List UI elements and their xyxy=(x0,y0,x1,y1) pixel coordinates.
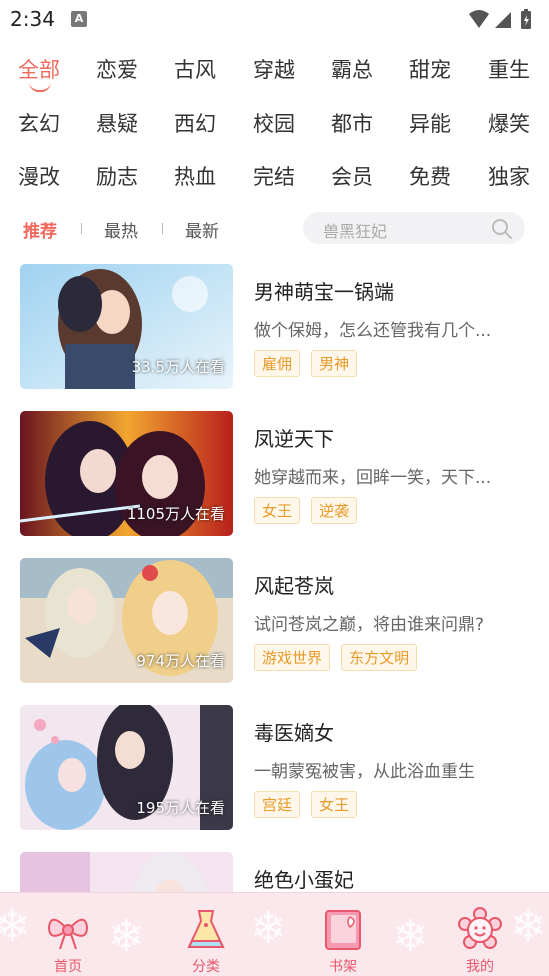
category-item[interactable]: 异能 xyxy=(400,108,460,138)
divider xyxy=(162,223,163,234)
search-icon[interactable] xyxy=(491,218,513,244)
category-item[interactable]: 会员 xyxy=(322,161,382,191)
comic-list-item[interactable]: 1105万人在看 凤逆天下 她穿越而来，回眸一笑，天下... 女王 逆袭 xyxy=(0,409,549,539)
nav-label: 分类 xyxy=(192,959,220,975)
category-grid: 全部 恋爱 古风 穿越 霸总 甜宠 重生 玄幻 悬疑 西幻 校园 都市 异能 爆… xyxy=(0,48,549,209)
nav-label: 我的 xyxy=(466,959,494,975)
category-row: 玄幻 悬疑 西幻 校园 都市 异能 爆笑 xyxy=(0,102,549,156)
comic-description: 试问苍岚之巅，将由谁来问鼎? xyxy=(254,615,485,635)
category-item[interactable]: 重生 xyxy=(479,54,539,84)
comic-description: 一朝蒙冤被害，从此浴血重生 xyxy=(254,762,475,782)
category-item[interactable]: 热血 xyxy=(165,161,225,191)
system-icons xyxy=(467,8,539,32)
comic-tag[interactable]: 宫廷 xyxy=(254,791,301,818)
category-item[interactable]: 玄幻 xyxy=(9,108,69,138)
category-item[interactable]: 漫改 xyxy=(9,161,69,191)
comic-cover[interactable]: 195万人在看 xyxy=(20,705,233,830)
category-item[interactable]: 悬疑 xyxy=(87,108,147,138)
book-shelf-icon xyxy=(320,907,366,953)
comic-tag[interactable]: 雇佣 xyxy=(254,350,301,377)
comic-list-item[interactable]: 974万人在看 风起苍岚 试问苍岚之巅，将由谁来问鼎? 游戏世界 东方文明 xyxy=(0,556,549,686)
comic-title[interactable]: 毒医嫡女 xyxy=(254,717,334,746)
wifi-icon xyxy=(469,10,489,28)
snowflake-decoration-icon: ❄ xyxy=(108,911,145,962)
divider xyxy=(81,223,82,234)
comic-tag[interactable]: 女王 xyxy=(254,497,301,524)
nav-label: 首页 xyxy=(54,959,82,975)
sort-hottest-tab[interactable]: 最热 xyxy=(104,217,138,242)
tag-list: 游戏世界 东方文明 xyxy=(254,644,423,671)
category-item[interactable]: 励志 xyxy=(87,161,147,191)
comic-cover[interactable]: 974万人在看 xyxy=(20,558,233,683)
nav-profile-button[interactable]: 我的 xyxy=(440,893,520,976)
sort-recommended-tab[interactable]: 推荐 xyxy=(23,217,57,242)
comic-list-item[interactable]: 195万人在看 毒医嫡女 一朝蒙冤被害，从此浴血重生 宫廷 女王 xyxy=(0,703,549,833)
comic-title[interactable]: 男神萌宝一锅端 xyxy=(254,276,394,305)
flower-profile-icon xyxy=(457,907,503,953)
snowflake-decoration-icon: ❄ xyxy=(250,903,287,954)
comic-cover[interactable]: 33.5万人在看 xyxy=(20,264,233,389)
category-item[interactable]: 校园 xyxy=(244,108,304,138)
tag-list: 宫廷 女王 xyxy=(254,791,363,818)
snowflake-decoration-icon: ❄ xyxy=(392,911,429,962)
tag-list: 雇佣 男神 xyxy=(254,350,363,377)
category-item[interactable]: 爆笑 xyxy=(479,108,539,138)
comic-category-screen: 2:34 A 全部 恋爱 古风 穿越 霸总 甜宠 重生 玄幻 悬疑 西幻 校园 … xyxy=(0,0,549,976)
viewer-count: 1105万人在看 xyxy=(126,505,225,523)
status-bar: 2:34 A xyxy=(0,0,549,40)
category-item[interactable]: 恋爱 xyxy=(87,54,147,84)
snowflake-decoration-icon: ❄ xyxy=(0,901,31,952)
comic-title[interactable]: 凤逆天下 xyxy=(254,423,334,452)
notification-icon: A xyxy=(71,11,87,27)
category-item[interactable]: 都市 xyxy=(322,108,382,138)
category-item[interactable]: 完结 xyxy=(244,161,304,191)
tag-list: 女王 逆袭 xyxy=(254,497,363,524)
category-item[interactable]: 霸总 xyxy=(322,54,382,84)
search-placeholder: 兽黑狂妃 xyxy=(323,222,388,241)
comic-description: 做个保姆，怎么还管我有几个... xyxy=(254,321,492,341)
category-item[interactable]: 古风 xyxy=(165,54,225,84)
nav-category-button[interactable]: 分类 xyxy=(166,893,246,976)
viewer-count: 974万人在看 xyxy=(136,652,225,670)
sort-newest-tab[interactable]: 最新 xyxy=(185,217,219,242)
category-item[interactable]: 独家 xyxy=(479,161,539,191)
sort-bar: 推荐 最热 最新 兽黑狂妃 xyxy=(0,208,549,250)
status-time: 2:34 xyxy=(10,7,55,31)
comic-tag[interactable]: 逆袭 xyxy=(311,497,358,524)
category-item[interactable]: 免费 xyxy=(400,161,460,191)
viewer-count: 195万人在看 xyxy=(136,799,225,817)
category-item[interactable]: 穿越 xyxy=(244,54,304,84)
comic-tag[interactable]: 游戏世界 xyxy=(254,644,331,671)
category-all[interactable]: 全部 xyxy=(9,54,69,84)
category-row: 漫改 励志 热血 完结 会员 免费 独家 xyxy=(0,155,549,209)
comic-tag[interactable]: 女王 xyxy=(311,791,358,818)
signal-icon xyxy=(495,12,511,28)
comic-cover[interactable]: 1105万人在看 xyxy=(20,411,233,536)
search-input[interactable]: 兽黑狂妃 xyxy=(303,212,525,244)
nav-home-button[interactable]: 首页 xyxy=(28,893,108,976)
bow-home-icon xyxy=(45,907,91,953)
comic-title[interactable]: 绝色小蛋妃 xyxy=(254,864,354,893)
nav-shelf-button[interactable]: 书架 xyxy=(303,893,383,976)
comic-tag[interactable]: 东方文明 xyxy=(341,644,418,671)
nav-label: 书架 xyxy=(329,959,357,975)
battery-icon xyxy=(521,9,531,29)
comic-list-item[interactable]: 33.5万人在看 男神萌宝一锅端 做个保姆，怎么还管我有几个... 雇佣 男神 xyxy=(0,262,549,392)
category-row: 全部 恋爱 古风 穿越 霸总 甜宠 重生 xyxy=(0,48,549,102)
bottom-navigation-bar: ❄ ❄ ❄ ❄ ❄ 首页 分类 书架 我的 xyxy=(0,892,549,976)
comic-title[interactable]: 风起苍岚 xyxy=(254,570,334,599)
dress-category-icon xyxy=(183,907,229,953)
comic-description: 她穿越而来，回眸一笑，天下... xyxy=(254,468,492,488)
category-item[interactable]: 甜宠 xyxy=(400,54,460,84)
viewer-count: 33.5万人在看 xyxy=(131,358,225,376)
comic-tag[interactable]: 男神 xyxy=(311,350,358,377)
category-item[interactable]: 西幻 xyxy=(165,108,225,138)
